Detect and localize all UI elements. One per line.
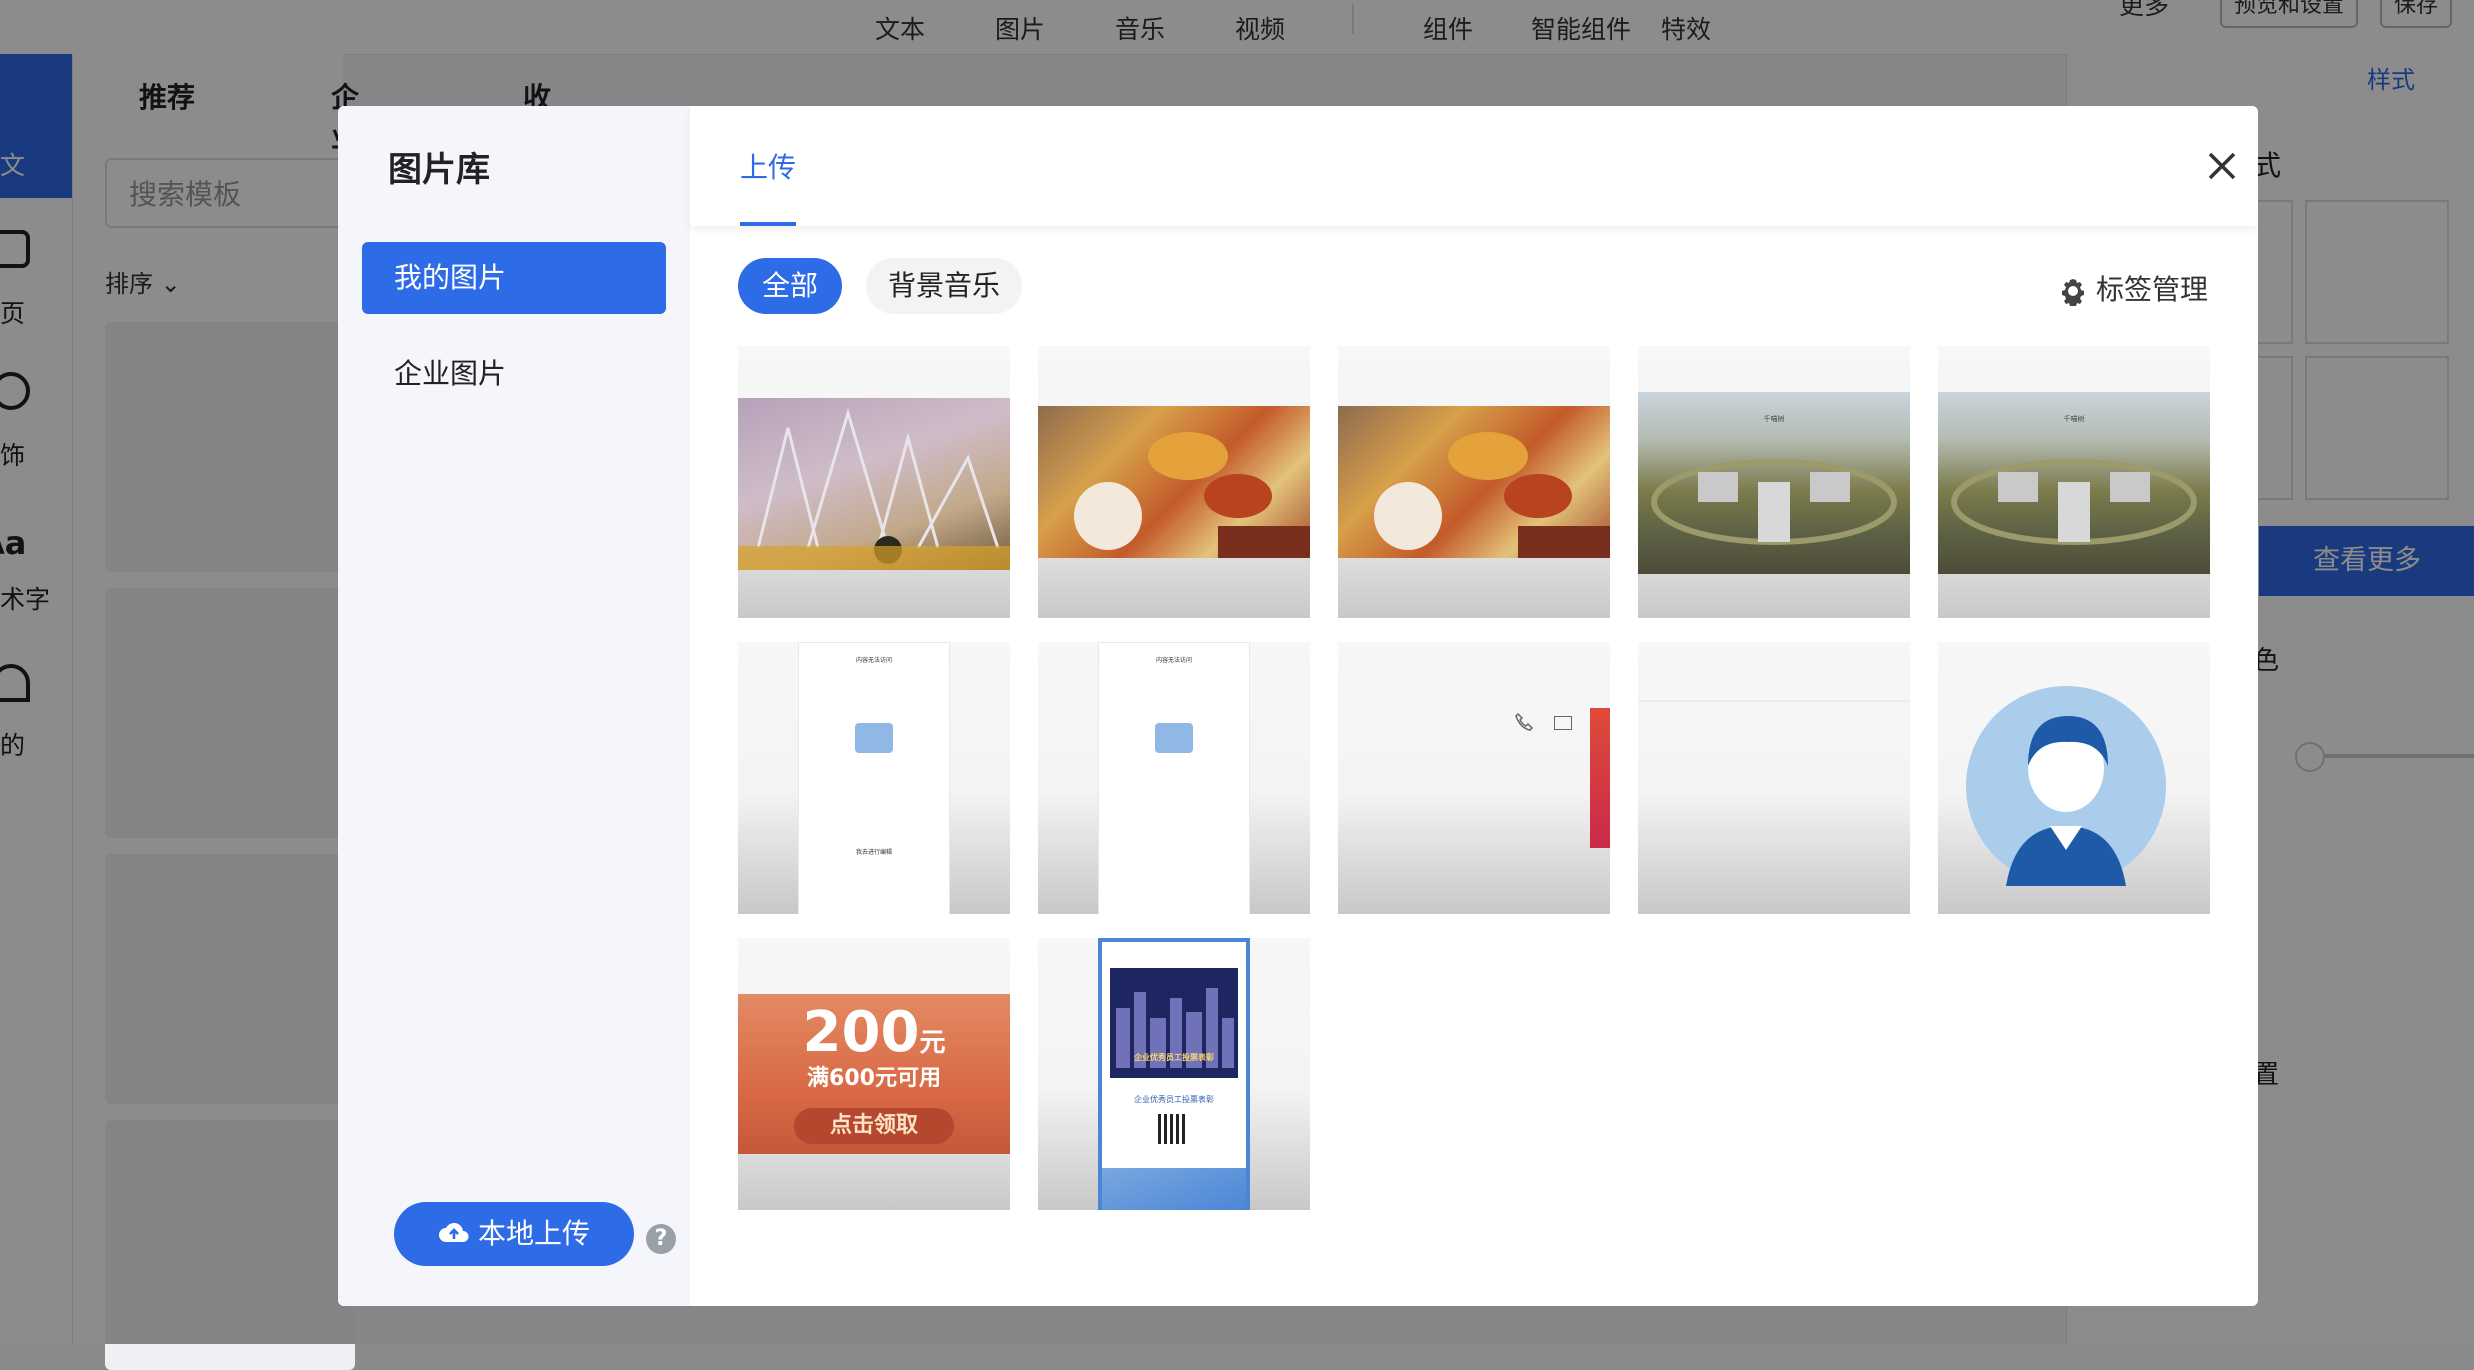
crown-photo [738,398,1010,570]
tag-manage-button[interactable]: 标签管理 [2058,268,2208,308]
box-icon [1155,723,1193,753]
modal-title: 图片库 [388,150,490,190]
help-icon[interactable]: ? [646,1224,676,1254]
image-thumbnail[interactable]: 企业优秀员工投票表彰 企业优秀员工投票表彰 [1038,938,1310,1210]
autumn-leaves-photo [1038,406,1310,558]
tab-upload[interactable]: 上传 [740,146,796,186]
filter-all[interactable]: 全部 [738,258,842,314]
phone-screenshot: 内容无法访问 [1098,642,1250,914]
poster-subline: 企业优秀员工投票表彰 [1134,1095,1214,1104]
image-thumbnail[interactable]: 200元 满600元可用 点击领取 [738,938,1010,1210]
qr-code-icon [1158,1114,1188,1144]
modal-sidebar: 图片库 我的图片 企业图片 本地上传 ? [338,106,690,1306]
phone-call-icon [1514,712,1534,736]
coupon-amount: 200 [802,1000,920,1065]
image-thumbnail[interactable] [1638,642,1910,914]
gear-icon [2062,279,2084,307]
phone-screenshot: 内容无法访问 我去进行编辑 [798,642,950,914]
nav-my-images[interactable]: 我的图片 [362,242,666,314]
close-icon[interactable] [2202,146,2242,186]
city-skyline-image: 企业优秀员工投票表彰 [1110,968,1238,1078]
filter-bg-music[interactable]: 背景音乐 [866,258,1022,314]
image-library-modal: 图片库 我的图片 企业图片 本地上传 ? 上传 全部 背景音乐 标签管理 千喵树… [338,106,2258,1306]
screen-footer: 我去进行编辑 [855,849,892,856]
tag-manage-label: 标签管理 [2096,273,2209,306]
coupon-cta: 点击领取 [794,1108,954,1144]
image-thumbnail[interactable]: 千喵树 [1938,346,2210,618]
photo-caption: 千喵树 [1763,415,1785,423]
image-thumbnail[interactable]: 内容无法访问 [1038,642,1310,914]
coupon-banner: 200元 满600元可用 点击领取 [738,994,1010,1154]
poster-headline: 企业优秀员工投票表彰 [1134,1053,1214,1062]
image-thumbnail[interactable]: 内容无法访问 我去进行编辑 [738,642,1010,914]
screen-title: 内容无法访问 [855,657,892,664]
video-call-icon [1554,716,1572,730]
coupon-amount-line: 200元 [738,1000,1010,1065]
box-icon [855,723,893,753]
local-upload-button[interactable]: 本地上传 [394,1202,634,1266]
image-thumbnail[interactable] [738,346,1010,618]
blank-image [1638,700,1910,702]
tab-underline [740,222,796,226]
image-thumbnail[interactable]: 千喵树 [1638,346,1910,618]
campus-aerial-photo: 千喵树 [1638,392,1910,574]
cloud-upload-icon [438,1203,470,1267]
vote-poster: 企业优秀员工投票表彰 企业优秀员工投票表彰 [1098,938,1250,1210]
image-thumbnail[interactable] [1038,346,1310,618]
image-thumbnail[interactable] [1338,346,1610,618]
nav-enterprise-images[interactable]: 企业图片 [362,338,666,410]
campus-aerial-photo: 千喵树 [1938,392,2210,574]
avatar-placeholder [1966,686,2166,886]
photo-caption: 千喵树 [2063,415,2085,423]
autumn-leaves-photo [1338,406,1610,558]
coupon-unit: 元 [919,1028,946,1058]
screen-title: 内容无法访问 [1155,657,1192,664]
call-ui-screenshot [1590,708,1610,848]
image-thumbnail[interactable] [1338,642,1610,914]
image-thumbnail[interactable] [1938,642,2210,914]
envelope-graphic [1102,1168,1246,1210]
coupon-condition: 满600元可用 [807,1066,941,1091]
upload-button-label: 本地上传 [477,1217,590,1250]
modal-header: 上传 [690,106,2258,226]
